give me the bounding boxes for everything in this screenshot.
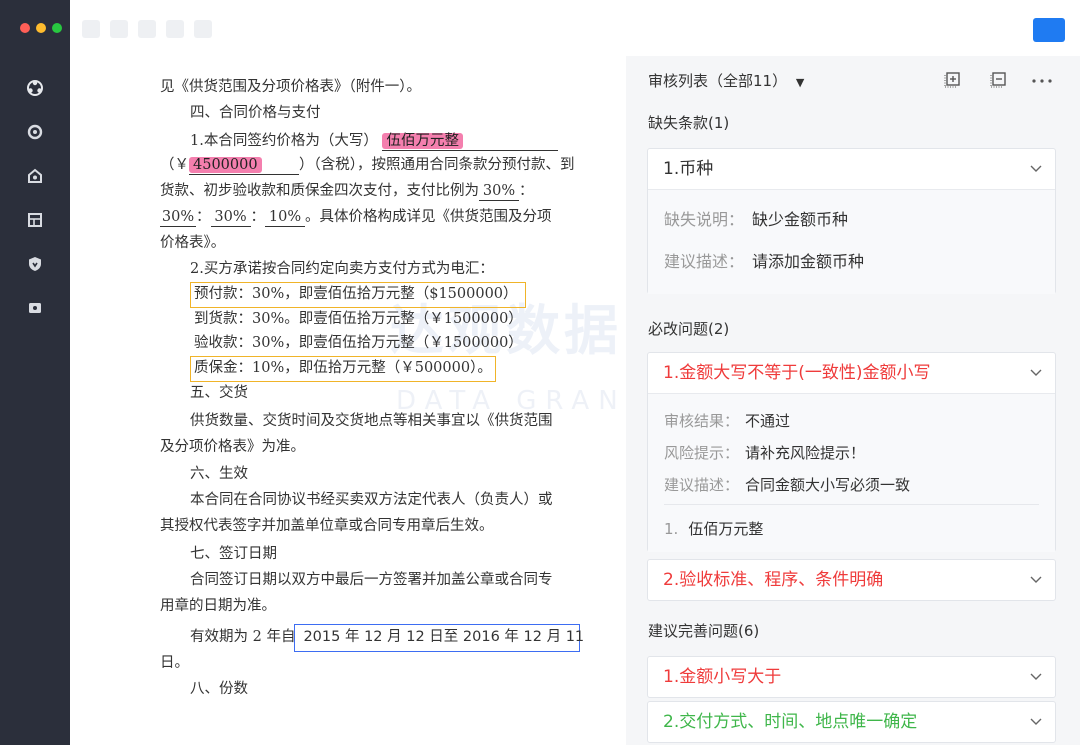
gear-icon[interactable] <box>25 122 45 142</box>
home-icon[interactable] <box>25 166 45 186</box>
suggestion-card-1: 1.金额小写大于 <box>647 656 1056 698</box>
minimize-window-button[interactable] <box>36 23 46 33</box>
chevron-down-icon <box>1030 165 1042 172</box>
suggestion-item-1-header[interactable]: 1.金额小写大于 <box>648 657 1055 697</box>
shield-icon[interactable] <box>25 254 45 274</box>
validity-date-text: 2015 年 12 月 12 日至 2016 年 12 月 11 <box>303 629 585 645</box>
missing-clause-header[interactable]: 1.币种 <box>648 149 1055 189</box>
doc-line: 及分项价格表》为准。 <box>160 439 305 455</box>
doc-line: 有效期为 2 年自 2015 年 12 月 12 日至 2016 年 12 月 1… <box>190 629 585 645</box>
close-window-button[interactable] <box>20 23 30 33</box>
doc-line: 其授权代表签字并加盖单位章或合同专用章后生效。 <box>160 518 494 534</box>
toolbar-placeholder[interactable] <box>82 20 100 38</box>
toolbar-placeholder[interactable] <box>110 20 128 38</box>
review-list-dropdown[interactable]: 审核列表（全部11） ▼ <box>648 70 804 91</box>
missing-clause-card: 1.币种 缺失说明： 缺少金额币种 建议描述： 请添加金额币种 <box>647 148 1056 294</box>
divider <box>664 504 1039 505</box>
doc-heading: 四、合同价格与支付 <box>190 105 321 121</box>
suggestion-card-2: 2.交付方式、时间、地点唯一确定 <box>647 701 1056 743</box>
missing-clauses-title: 缺失条款(1) <box>648 114 730 132</box>
doc-line: 质保金：10%，即伍拾万元整（￥500000）。 <box>194 360 492 376</box>
document-icon[interactable] <box>25 298 45 318</box>
reference-link[interactable]: 1. 伍佰万元整 <box>664 518 763 539</box>
doc-line: 30%： 30%： 10% 。具体价格构成详见《供货范围及分项 <box>160 209 552 227</box>
doc-heading: 六、生效 <box>190 466 248 482</box>
toolbar-placeholder[interactable] <box>166 20 184 38</box>
toolbar-placeholder[interactable] <box>194 20 212 38</box>
top-bar <box>0 0 1080 57</box>
doc-line: 2.买方承诺按合同约定向卖方支付方式为电汇： <box>190 261 494 277</box>
must-fix-card-2: 2.验收标准、程序、条件明确 <box>647 559 1056 601</box>
doc-line: 到货款：30%。即壹佰伍拾万元整（￥1500000） <box>194 311 523 327</box>
doc-line: 本合同在合同协议书经买卖双方法定代表人（负责人）或 <box>190 492 553 508</box>
window-controls <box>0 0 70 56</box>
doc-line: 价格表》。 <box>160 235 226 251</box>
app-window: 达观数据 DATA GRAND 见《供货范围及分项价格表》（附件一）。 四、合同… <box>0 0 1080 745</box>
doc-heading: 七、签订日期 <box>190 546 277 562</box>
doc-line: 验收款：30%，即壹佰伍拾万元整（￥1500000） <box>194 335 523 351</box>
doc-line: 用章的日期为准。 <box>160 598 276 614</box>
review-panel: 审核列表（全部11） ▼ 缺失条款(1) 1.币种 缺失说明： 缺少金额币种 建议… <box>626 56 1080 745</box>
amount-uppercase-highlight[interactable]: 伍佰万元整 <box>382 133 463 149</box>
doc-heading: 八、份数 <box>190 681 248 697</box>
doc-line: （￥ 4500000 ）（含税），按照通用合同条款分预付款、到 <box>160 156 575 175</box>
must-fix-card-1: 1.金额大写不等于(一致性)金额小写 审核结果： 不通过 风险提示： 请补充风险提示… <box>647 352 1056 552</box>
suggestions-title: 建议完善问题(6) <box>648 622 760 640</box>
collapse-all-icon[interactable] <box>988 70 1008 90</box>
primary-action-button[interactable] <box>1033 18 1065 42</box>
logo-icon[interactable] <box>25 78 45 98</box>
chevron-down-icon <box>1030 673 1042 680</box>
doc-line: 供货数量、交货时间及交货地点等相关事宜以《供货范围 <box>190 413 553 429</box>
amount-lowercase-field: 4500000 <box>189 156 299 175</box>
doc-line: 见《供货范围及分项价格表》（附件一）。 <box>160 79 421 95</box>
contract-document: 达观数据 DATA GRAND 见《供货范围及分项价格表》（附件一）。 四、合同… <box>70 56 647 745</box>
chevron-down-icon <box>1030 576 1042 583</box>
suggestion-item-2-header[interactable]: 2.交付方式、时间、地点唯一确定 <box>648 702 1055 742</box>
chevron-down-icon <box>1030 369 1042 376</box>
must-fix-item-1-details: 审核结果： 不通过 风险提示： 请补充风险提示！ 建议描述： 合同金额大小写必须一致 … <box>648 393 1055 552</box>
toolbar-placeholder[interactable] <box>138 20 156 38</box>
amount-uppercase-field: 伍佰万元整 <box>382 132 559 151</box>
chevron-down-icon <box>1030 718 1042 725</box>
layout-icon[interactable] <box>25 210 45 230</box>
must-fix-item-2-header[interactable]: 2.验收标准、程序、条件明确 <box>648 560 1055 600</box>
doc-line: 合同签订日期以双方中最后一方签署并加盖公章或合同专 <box>190 572 553 588</box>
doc-heading: 五、交货 <box>190 385 248 401</box>
expand-all-icon[interactable] <box>942 70 962 90</box>
doc-line: 预付款：30%，即壹佰伍拾万元整（$1500000） <box>194 286 518 302</box>
must-fix-item-1-header[interactable]: 1.金额大写不等于(一致性)金额小写 <box>648 353 1055 393</box>
doc-line: 日。 <box>160 655 189 671</box>
doc-line: 1.本合同签约价格为（大写） 伍佰万元整 <box>190 128 559 154</box>
must-fix-title: 必改问题(2) <box>648 320 730 338</box>
amount-lowercase-highlight[interactable]: 4500000 <box>189 157 262 173</box>
missing-clause-details: 缺失说明： 缺少金额币种 建议描述： 请添加金额币种 <box>648 189 1055 294</box>
maximize-window-button[interactable] <box>52 23 62 33</box>
caret-down-icon: ▼ <box>795 76 805 89</box>
sidebar <box>0 56 70 745</box>
more-options-icon[interactable] <box>1030 70 1052 90</box>
doc-line: 货款、初步验收款和质保金四次支付，支付比例为 30%： <box>160 183 534 201</box>
